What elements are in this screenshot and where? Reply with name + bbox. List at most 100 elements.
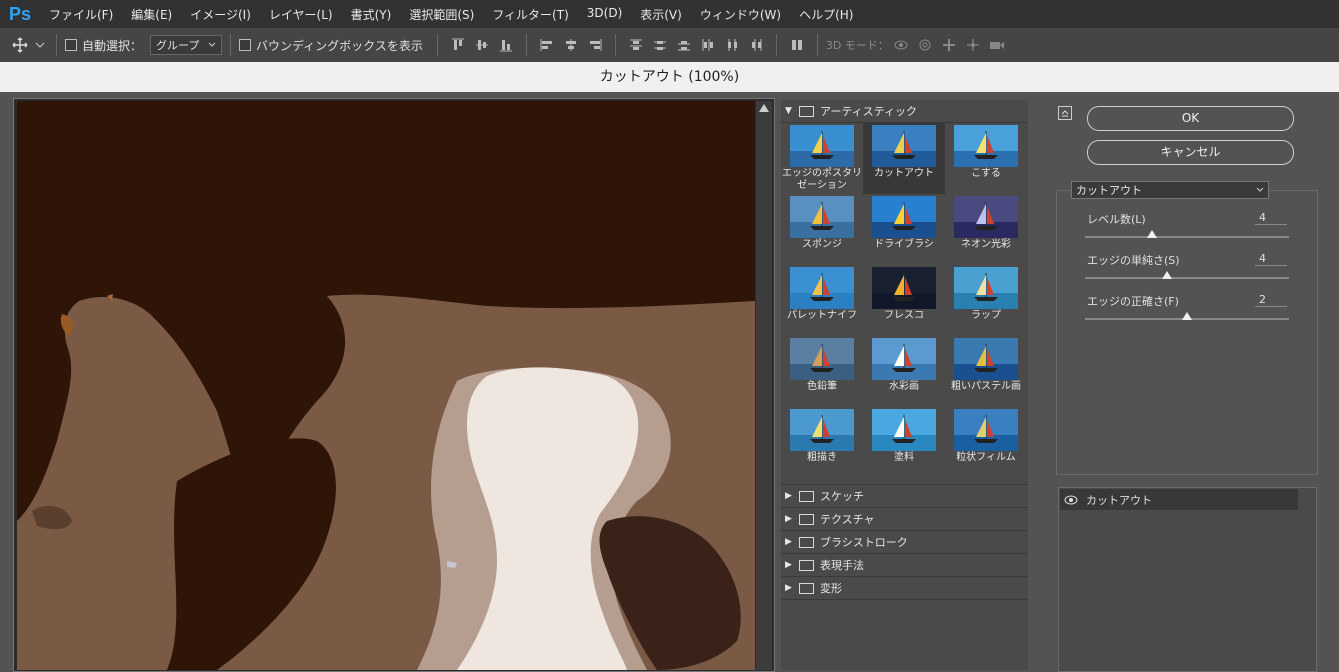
scroll-up-icon[interactable] <box>756 101 772 115</box>
filter-select[interactable]: カットアウト <box>1071 181 1269 199</box>
menu-item[interactable]: 編集(E) <box>122 6 181 23</box>
folder-item[interactable]: ▶ テクスチャ <box>781 508 1028 531</box>
filter-thumbnail-image <box>954 409 1018 451</box>
orbit-3d-icon[interactable] <box>892 36 910 54</box>
filter-thumbnail[interactable]: こする <box>945 123 1027 194</box>
pan-3d-icon[interactable] <box>940 36 958 54</box>
slider-knob[interactable] <box>1182 312 1192 320</box>
menu-item[interactable]: 3D(D) <box>578 6 631 23</box>
folder-artistic[interactable]: ▼ アーティスティック <box>781 100 1028 123</box>
param-slider[interactable] <box>1085 271 1289 279</box>
align-right-icon[interactable] <box>586 36 604 54</box>
folder-icon <box>799 513 814 525</box>
menu-item[interactable]: ウィンドウ(W) <box>691 6 790 23</box>
folder-item[interactable]: ▶ スケッチ <box>781 485 1028 508</box>
distribute-top-icon[interactable] <box>627 36 645 54</box>
filter-thumbnail[interactable]: 色鉛筆 <box>781 336 863 407</box>
param-value-input[interactable]: 2 <box>1255 293 1287 307</box>
filter-thumbnail[interactable]: パレットナイフ <box>781 265 863 336</box>
cutout-artwork <box>17 101 755 670</box>
filter-thumbnail[interactable]: スポンジ <box>781 194 863 265</box>
triangle-right-icon: ▶ <box>785 537 792 547</box>
param-slider[interactable] <box>1085 230 1289 238</box>
distribute-left-icon[interactable] <box>699 36 717 54</box>
menu-item[interactable]: 選択範囲(S) <box>400 6 483 23</box>
filter-thumbnail-label: パレットナイフ <box>787 310 857 321</box>
chevron-down-icon <box>1256 187 1264 192</box>
filter-thumbnail[interactable]: 粗いパステル画 <box>945 336 1027 407</box>
camera-3d-icon[interactable] <box>988 36 1006 54</box>
menu-item[interactable]: フィルター(T) <box>483 6 577 23</box>
mode-3d-label: 3D モード： <box>825 39 889 52</box>
filter-thumbnail-image <box>790 267 854 309</box>
param-value-input[interactable]: 4 <box>1255 211 1287 225</box>
menu-item[interactable]: 書式(Y) <box>342 6 401 23</box>
filter-thumbnail[interactable]: カットアウト <box>863 123 945 194</box>
collapse-icon[interactable] <box>1058 106 1072 120</box>
distribute-bottom-icon[interactable] <box>675 36 693 54</box>
menu-item[interactable]: ファイル(F) <box>40 6 122 23</box>
menu-item[interactable]: 表示(V) <box>631 6 691 23</box>
effect-layer-row[interactable]: カットアウト <box>1060 489 1298 510</box>
filter-thumbnail[interactable]: ネオン光彩 <box>945 194 1027 265</box>
filter-select-value: カットアウト <box>1076 184 1142 197</box>
menu-item[interactable]: レイヤー(L) <box>260 6 342 23</box>
align-top-icon[interactable] <box>449 36 467 54</box>
chevron-down-icon <box>208 42 216 47</box>
triangle-right-icon: ▶ <box>785 491 792 501</box>
move-tool-icon[interactable] <box>11 36 29 54</box>
align-bottom-icon[interactable] <box>497 36 515 54</box>
folder-item[interactable]: ▶ 表現手法 <box>781 554 1028 577</box>
ok-button[interactable]: OK <box>1087 106 1294 131</box>
filter-settings-box <box>1056 190 1318 475</box>
auto-select-checkbox[interactable] <box>65 39 77 51</box>
auto-align-icon[interactable] <box>788 36 806 54</box>
roll-3d-icon[interactable] <box>916 36 934 54</box>
distribute-vcenter-icon[interactable] <box>651 36 669 54</box>
align-vcenter-icon[interactable] <box>473 36 491 54</box>
folder-item[interactable]: ▶ 変形 <box>781 577 1028 600</box>
bbox-label: バウンディングボックスを表示 <box>256 38 423 53</box>
menu-item[interactable]: イメージ(I) <box>181 6 260 23</box>
folder-label: スケッチ <box>820 490 864 503</box>
align-left-icon[interactable] <box>538 36 556 54</box>
chevron-down-icon[interactable] <box>35 36 45 54</box>
param-slider[interactable] <box>1085 312 1289 320</box>
slider-knob[interactable] <box>1147 230 1158 238</box>
filter-thumbnail-label: 粗描き <box>807 452 837 463</box>
param-value-input[interactable]: 4 <box>1255 252 1287 266</box>
filter-thumbnail[interactable]: 粗描き <box>781 407 863 478</box>
filter-thumbnail[interactable]: ドライブラシ <box>863 194 945 265</box>
thumbnail-grid: エッジのポスタリゼーション カットアウト こするスポンジ ドライブラシ ネオン光彩パレッ… <box>781 123 1028 478</box>
folder-icon <box>799 536 814 548</box>
filter-thumbnail-image <box>872 338 936 380</box>
preview-image[interactable] <box>17 101 755 670</box>
filter-thumbnail[interactable]: ラップ <box>945 265 1027 336</box>
slide-3d-icon[interactable] <box>964 36 982 54</box>
folder-label: アーティスティック <box>820 105 918 118</box>
effect-layer-label: カットアウト <box>1086 493 1152 507</box>
folder-icon <box>799 490 814 502</box>
preview-scrollbar[interactable] <box>756 101 772 670</box>
filter-thumbnail[interactable]: エッジのポスタリゼーション <box>781 123 863 194</box>
cancel-button[interactable]: キャンセル <box>1087 140 1294 165</box>
align-hcenter-icon[interactable] <box>562 36 580 54</box>
auto-select-dropdown[interactable]: グループ <box>150 35 223 55</box>
slider-knob[interactable] <box>1161 271 1172 279</box>
filter-thumbnail-label: カットアウト <box>874 168 934 179</box>
bbox-checkbox[interactable] <box>239 39 252 51</box>
menu-item[interactable]: ヘルプ(H) <box>790 6 862 23</box>
filter-thumbnail-label: 粒状フィルム <box>956 452 1016 463</box>
distribute-hcenter-icon[interactable] <box>723 36 741 54</box>
filter-thumbnail[interactable]: 粒状フィルム <box>945 407 1027 478</box>
folder-label: 表現手法 <box>820 559 864 572</box>
distribute-right-icon[interactable] <box>747 36 765 54</box>
eye-icon[interactable] <box>1060 493 1082 507</box>
filter-thumbnail-label: 色鉛筆 <box>807 381 837 392</box>
filter-thumbnail[interactable]: 塗料 <box>863 407 945 478</box>
filter-thumbnail[interactable]: フレスコ <box>863 265 945 336</box>
dialog-title: カットアウト (100%) <box>0 62 1339 93</box>
filter-thumbnail-image <box>954 125 1018 167</box>
folder-item[interactable]: ▶ ブラシストローク <box>781 531 1028 554</box>
filter-thumbnail[interactable]: 水彩画 <box>863 336 945 407</box>
